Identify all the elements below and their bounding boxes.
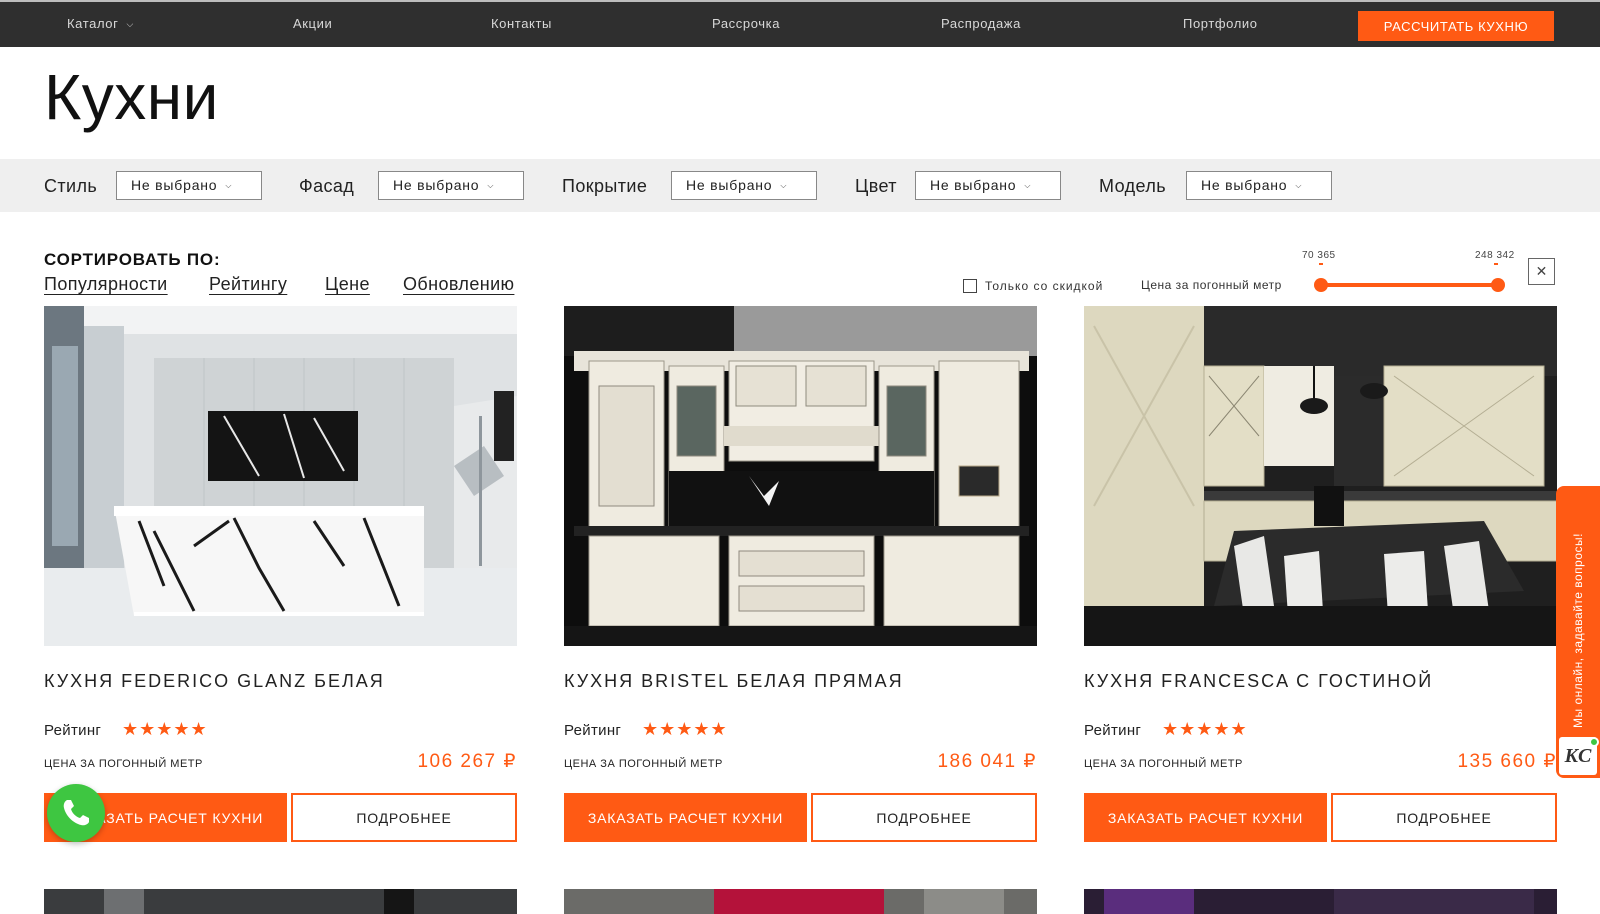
nav-item-contacts[interactable]: Контакты (491, 16, 552, 31)
product-price: 135 660 ₽ (1457, 751, 1557, 772)
price-range-min-handle[interactable] (1314, 278, 1328, 292)
order-calculation-button[interactable]: ЗАКАЗАТЬ РАСЧЕТ КУХНИ (564, 793, 807, 842)
rating-label: Рейтинг (44, 722, 102, 739)
product-image[interactable] (564, 889, 1037, 914)
product-price: 186 041 ₽ (937, 751, 1037, 772)
product-image[interactable] (44, 889, 517, 914)
call-button[interactable] (47, 784, 105, 842)
product-card: КУХНЯ FRANCESCA С ГОСТИНОЙ Рейтинг ★★★★★… (1084, 306, 1557, 842)
price-caption: ЦЕНА ЗА ПОГОННЫЙ МЕТР (44, 758, 203, 770)
rating-label: Рейтинг (1084, 722, 1142, 739)
product-name[interactable]: КУХНЯ BRISTEL БЕЛАЯ ПРЯМАЯ (564, 670, 1037, 692)
filter-label-facade: Фасад (299, 176, 355, 196)
product-image[interactable] (1084, 889, 1557, 914)
model-select[interactable]: Не выбрано ⌵ (1186, 171, 1332, 200)
top-navigation: Каталог ⌵ Акции Контакты Рассрочка Распро… (0, 0, 1600, 47)
style-select[interactable]: Не выбрано ⌵ (116, 171, 262, 200)
nav-item-portfolio[interactable]: Портфолио (1183, 16, 1258, 31)
chat-label: Мы онлайн, задавайте вопросы! (1571, 533, 1585, 728)
product-image[interactable] (564, 306, 1037, 646)
product-card: КУХНЯ FEDERICO GLANZ БЕЛАЯ Рейтинг ★★★★★… (44, 306, 517, 842)
range-min-tick (1319, 263, 1323, 265)
sort-by-price[interactable]: Цене (325, 274, 370, 295)
discount-only-label: Только со скидкой (985, 279, 1104, 293)
facade-select[interactable]: Не выбрано ⌵ (378, 171, 524, 200)
chevron-down-icon: ⌵ (780, 181, 788, 190)
details-button[interactable]: ПОДРОБНЕЕ (811, 793, 1037, 842)
price-range-max: 248 342 (1475, 250, 1515, 261)
product-name[interactable]: КУХНЯ FRANCESCA С ГОСТИНОЙ (1084, 670, 1557, 692)
discount-only-checkbox[interactable] (963, 279, 977, 293)
sort-by-rating[interactable]: Рейтингу (209, 274, 287, 295)
product-name[interactable]: КУХНЯ FEDERICO GLANZ БЕЛАЯ (44, 670, 517, 692)
calculate-kitchen-button[interactable]: РАССЧИТАТЬ КУХНЮ (1358, 11, 1554, 41)
price-range-track[interactable] (1321, 283, 1498, 287)
chevron-down-icon: ⌵ (126, 19, 134, 29)
details-button[interactable]: ПОДРОБНЕЕ (291, 793, 517, 842)
nav-item-label: Каталог (67, 16, 119, 31)
phone-icon (63, 800, 89, 826)
price-range-max-handle[interactable] (1491, 278, 1505, 292)
select-value: Не выбрано (1201, 177, 1288, 193)
price-caption: ЦЕНА ЗА ПОГОННЫЙ МЕТР (564, 758, 723, 770)
select-value: Не выбрано (930, 177, 1017, 193)
select-value: Не выбрано (131, 177, 218, 193)
filter-label-style: Стиль (44, 176, 98, 196)
chevron-down-icon: ⌵ (1295, 181, 1303, 190)
nav-item-catalog[interactable]: Каталог ⌵ (67, 16, 134, 31)
color-select[interactable]: Не выбрано ⌵ (915, 171, 1061, 200)
select-value: Не выбрано (393, 177, 480, 193)
order-calculation-button[interactable]: ЗАКАЗАТЬ РАСЧЕТ КУХНИ (1084, 793, 1327, 842)
coating-select[interactable]: Не выбрано ⌵ (671, 171, 817, 200)
product-image[interactable] (1084, 306, 1557, 646)
product-card: КУХНЯ BRISTEL БЕЛАЯ ПРЯМАЯ Рейтинг ★★★★★… (564, 306, 1037, 842)
nav-item-sale[interactable]: Распродажа (941, 16, 1021, 31)
range-max-tick (1494, 263, 1498, 265)
star-icon: ★★★★★ (1162, 719, 1248, 739)
filter-bar: Стиль Не выбрано ⌵ Фасад Не выбрано ⌵ Покр… (0, 159, 1600, 212)
filter-label-coating: Покрытие (562, 176, 648, 196)
price-caption: ЦЕНА ЗА ПОГОННЫЙ МЕТР (1084, 758, 1243, 770)
price-range-label: Цена за погонный метр (1141, 278, 1282, 292)
page-title: Кухни (44, 61, 219, 133)
filter-label-model: Модель (1099, 176, 1167, 196)
rating-label: Рейтинг (564, 722, 622, 739)
chevron-down-icon: ⌵ (1024, 181, 1032, 190)
online-status-icon (1589, 737, 1599, 747)
price-range-min: 70 365 (1302, 250, 1336, 261)
details-button[interactable]: ПОДРОБНЕЕ (1331, 793, 1557, 842)
nav-item-promotions[interactable]: Акции (293, 16, 332, 31)
star-icon: ★★★★★ (122, 719, 208, 739)
nav-item-installments[interactable]: Рассрочка (712, 16, 780, 31)
sort-by-popularity[interactable]: Популярности (44, 274, 168, 295)
chevron-down-icon: ⌵ (225, 181, 233, 190)
product-price: 106 267 ₽ (417, 751, 517, 772)
sort-by-update[interactable]: Обновлению (403, 274, 514, 295)
close-icon[interactable]: ✕ (1528, 258, 1555, 285)
star-icon: ★★★★★ (642, 719, 728, 739)
sort-title: СОРТИРОВАТЬ ПО: (44, 250, 221, 269)
chevron-down-icon: ⌵ (487, 181, 495, 190)
product-image[interactable] (44, 306, 517, 646)
filter-label-color: Цвет (855, 176, 897, 196)
select-value: Не выбрано (686, 177, 773, 193)
